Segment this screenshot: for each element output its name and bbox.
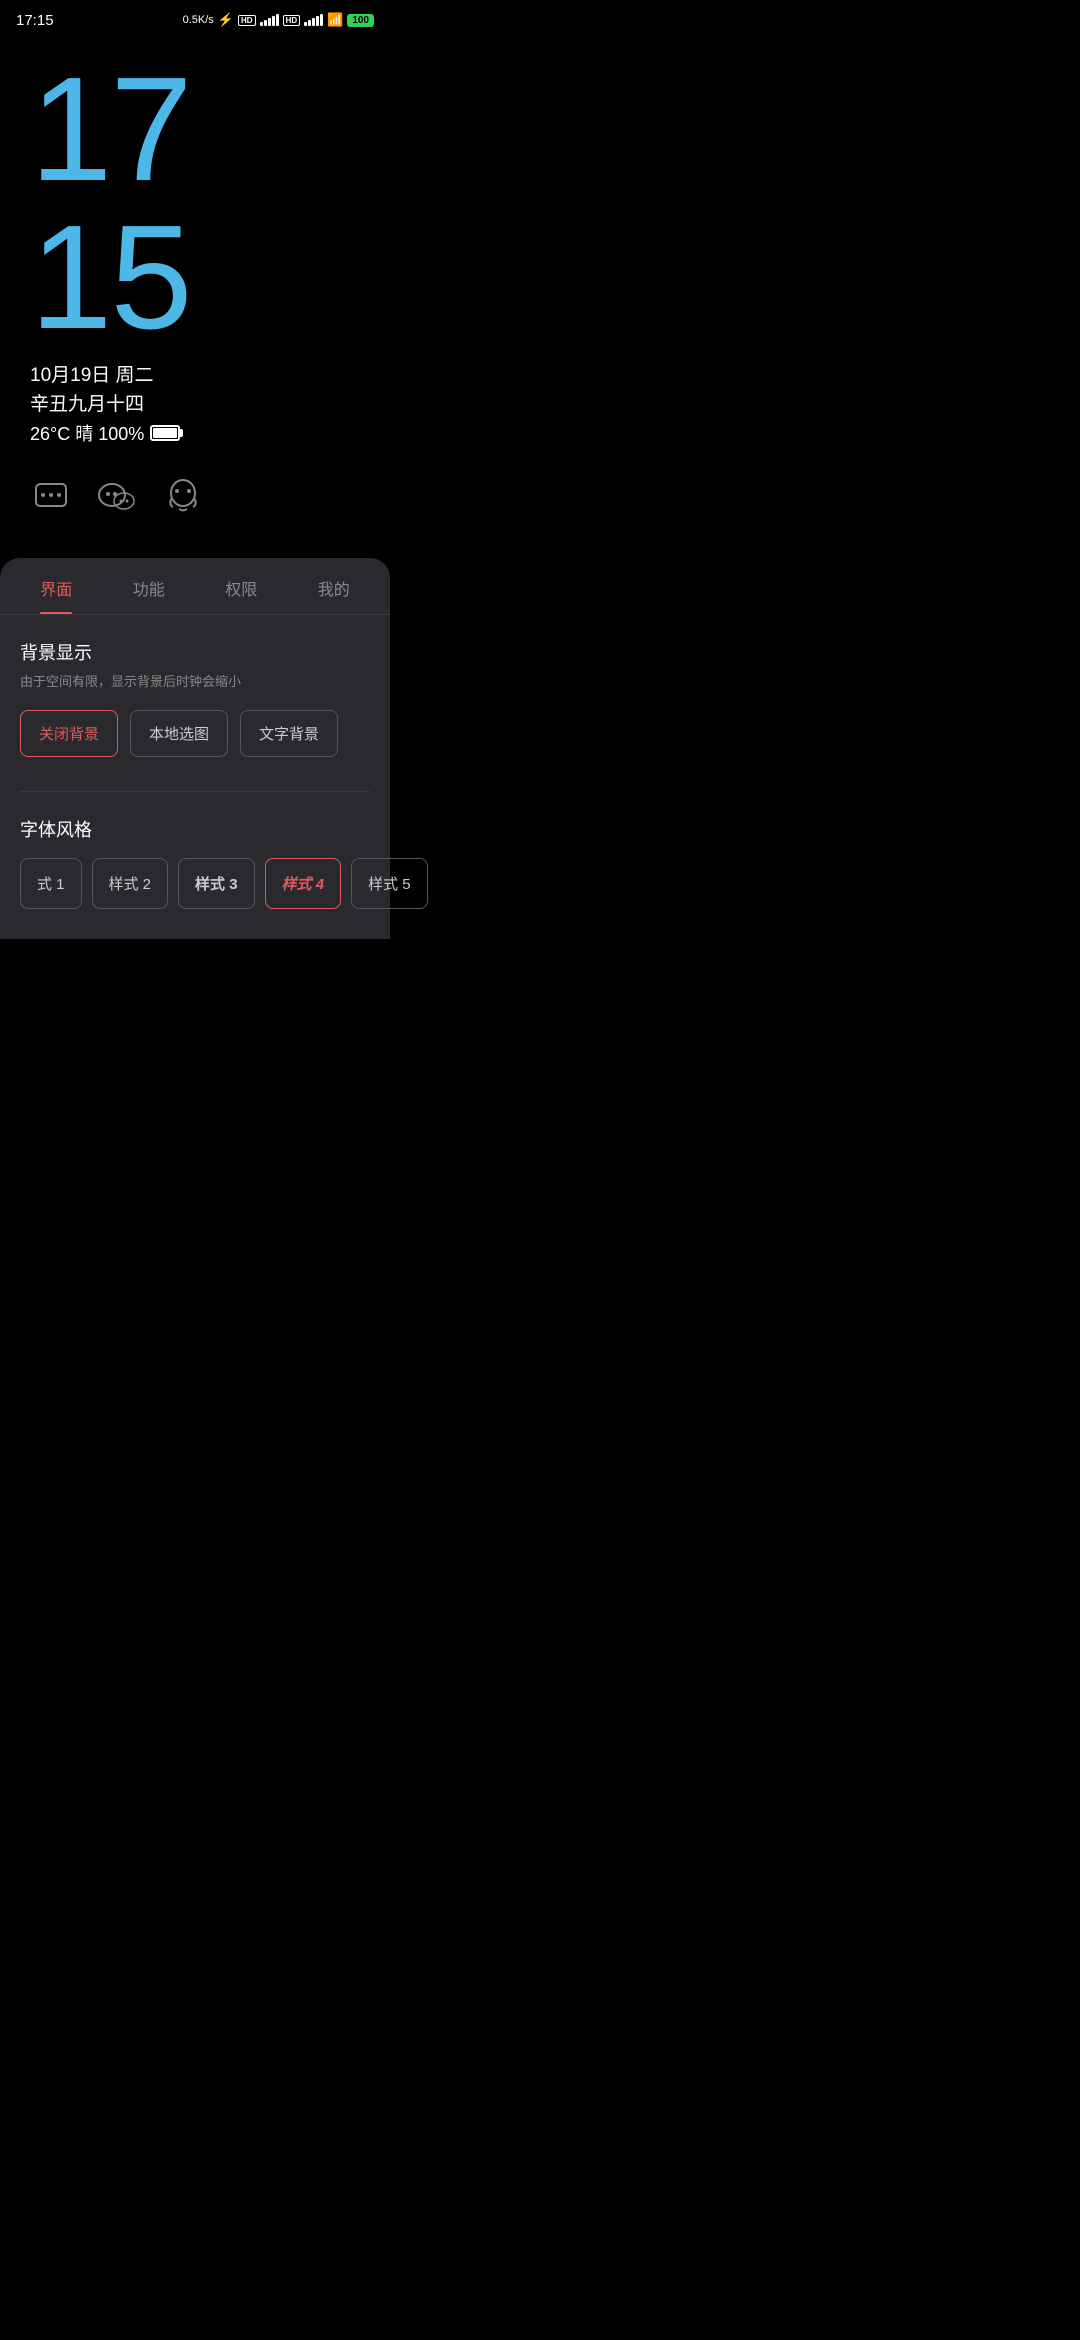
status-time: 17:15 <box>16 12 54 29</box>
background-section: 背景显示 由于空间有限，显示背景后时钟会缩小 关闭背景 本地选图 文字背景 <box>0 615 390 767</box>
bg-off-button[interactable]: 关闭背景 <box>20 710 118 757</box>
date-line2: 辛丑九月十四 <box>30 389 360 416</box>
font-style1-button[interactable]: 式 1 <box>20 858 82 909</box>
font-title: 字体风格 <box>20 816 370 842</box>
bg-text-button[interactable]: 文字背景 <box>240 710 338 757</box>
tab-permission[interactable]: 权限 <box>195 558 288 614</box>
font-style5-button[interactable]: 样式 5 <box>351 858 428 909</box>
font-section: 字体风格 式 1 样式 2 样式 3 样式 4 样式 5 <box>0 816 390 909</box>
clock-area: 17 15 10月19日 周二 辛丑九月十四 26°C 晴 100% <box>0 36 390 456</box>
bg-local-button[interactable]: 本地选图 <box>130 710 228 757</box>
message-icon[interactable] <box>30 476 72 518</box>
background-btn-group: 关闭背景 本地选图 文字背景 <box>20 710 370 757</box>
weather-line: 26°C 晴 100% <box>30 420 360 446</box>
status-bar: 17:15 0.5K/s ⚡ HD HD 📶 100 <box>0 0 390 36</box>
section-divider <box>20 791 370 792</box>
clock-minute: 15 <box>30 204 360 352</box>
font-style4-button[interactable]: 样式 4 <box>265 858 342 909</box>
battery-icon: 100 <box>347 14 374 27</box>
date-info: 10月19日 周二 辛丑九月十四 26°C 晴 100% <box>30 360 360 446</box>
tab-interface[interactable]: 界面 <box>10 558 103 614</box>
notification-icons-row <box>0 456 390 538</box>
signal-bars-2 <box>304 14 323 26</box>
battery-widget-icon <box>150 425 180 441</box>
qq-icon[interactable] <box>162 476 204 518</box>
background-title: 背景显示 <box>20 639 370 665</box>
bottom-panel: 界面 功能 权限 我的 背景显示 由于空间有限，显示背景后时钟会缩小 关闭背景 … <box>0 558 390 939</box>
font-style3-button[interactable]: 样式 3 <box>178 858 255 909</box>
clock-hour: 17 <box>30 56 360 204</box>
wifi-icon: 📶 <box>327 12 343 28</box>
date-line1: 10月19日 周二 <box>30 360 360 387</box>
background-desc: 由于空间有限，显示背景后时钟会缩小 <box>20 671 370 690</box>
tab-function[interactable]: 功能 <box>103 558 196 614</box>
status-icons: 0.5K/s ⚡ HD HD 📶 100 <box>183 12 374 28</box>
tab-bar: 界面 功能 权限 我的 <box>0 558 390 615</box>
signal-hd-icon-2: HD <box>283 15 301 26</box>
network-speed: 0.5K/s <box>183 14 214 26</box>
bluetooth-icon: ⚡ <box>218 12 234 28</box>
font-btn-group: 式 1 样式 2 样式 3 样式 4 样式 5 <box>20 858 370 909</box>
weather-text: 26°C 晴 100% <box>30 420 144 446</box>
signal-hd-icon: HD <box>238 15 256 26</box>
signal-bars-1 <box>260 14 279 26</box>
tab-mine[interactable]: 我的 <box>288 558 381 614</box>
wechat-icon[interactable] <box>96 476 138 518</box>
font-style2-button[interactable]: 样式 2 <box>92 858 169 909</box>
